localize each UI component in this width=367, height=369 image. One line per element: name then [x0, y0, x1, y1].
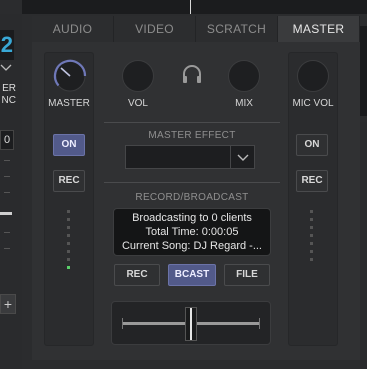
headphone-mix-label: MIX: [235, 98, 253, 109]
master-knob-label: MASTER: [48, 98, 90, 109]
mic-on-button[interactable]: ON: [296, 134, 328, 156]
tab-audio[interactable]: AUDIO: [32, 16, 114, 42]
deck-value-field[interactable]: 0: [0, 130, 14, 150]
mic-strip: [288, 52, 338, 346]
tick: [122, 318, 123, 329]
mic-rec-button[interactable]: REC: [296, 170, 328, 192]
master-knob[interactable]: [50, 56, 90, 96]
tick: [4, 248, 10, 249]
deck-label-line1: ER: [2, 83, 16, 94]
broadcast-status-box: Broadcasting to 0 clients Total Time: 0:…: [113, 208, 271, 256]
headphone-vol-knob[interactable]: [122, 60, 154, 92]
chevron-down-icon[interactable]: [0, 62, 14, 76]
divider: [104, 122, 280, 123]
crossfader-box: [111, 301, 271, 345]
tick: [4, 232, 10, 233]
master-effect-title: MASTER EFFECT: [148, 130, 236, 141]
mic-vol-knob[interactable]: [297, 60, 329, 92]
file-button[interactable]: FILE: [224, 264, 270, 286]
record-button[interactable]: REC: [114, 264, 160, 286]
master-effect-select[interactable]: [125, 145, 255, 169]
headphones-icon: [180, 63, 204, 85]
divider: [104, 182, 280, 183]
master-strip: [44, 52, 94, 346]
record-broadcast-title: RECORD/BROADCAST: [135, 192, 249, 203]
master-level-meter: [67, 210, 71, 270]
deck-number: 2: [0, 30, 14, 60]
tab-scratch[interactable]: SCRATCH: [196, 16, 278, 42]
tick: [4, 160, 10, 161]
headphone-vol-label: VOL: [127, 98, 148, 109]
deck-label-line2: NC: [1, 95, 16, 106]
position-marker: [190, 0, 191, 14]
deck-fader-handle[interactable]: [0, 212, 12, 215]
tab-video[interactable]: VIDEO: [114, 16, 196, 42]
add-button[interactable]: +: [0, 294, 16, 314]
chevron-down-icon[interactable]: [230, 146, 254, 168]
tick: [4, 192, 10, 193]
tab-master[interactable]: MASTER: [278, 16, 360, 42]
mic-level-meter: [310, 210, 314, 270]
broadcast-song-text: Current Song: DJ Regard -...: [121, 240, 262, 252]
broadcast-clients-text: Broadcasting to 0 clients: [132, 212, 252, 224]
master-rec-button[interactable]: REC: [53, 170, 85, 192]
mic-vol-label: MIC VOL: [292, 98, 334, 109]
master-on-button[interactable]: ON: [53, 134, 85, 156]
tick: [4, 176, 10, 177]
headphone-mix-knob[interactable]: [228, 60, 260, 92]
top-bar: [22, 0, 367, 14]
tick: [259, 318, 260, 329]
crossfader-handle[interactable]: [185, 307, 197, 341]
tab-bar: AUDIO VIDEO SCRATCH MASTER: [32, 16, 360, 42]
broadcast-time-text: Total Time: 0:00:05: [145, 226, 239, 238]
right-deck-edge: [360, 26, 367, 116]
right-deck-edge-lower: [360, 122, 367, 369]
broadcast-button[interactable]: BCAST: [168, 264, 216, 286]
